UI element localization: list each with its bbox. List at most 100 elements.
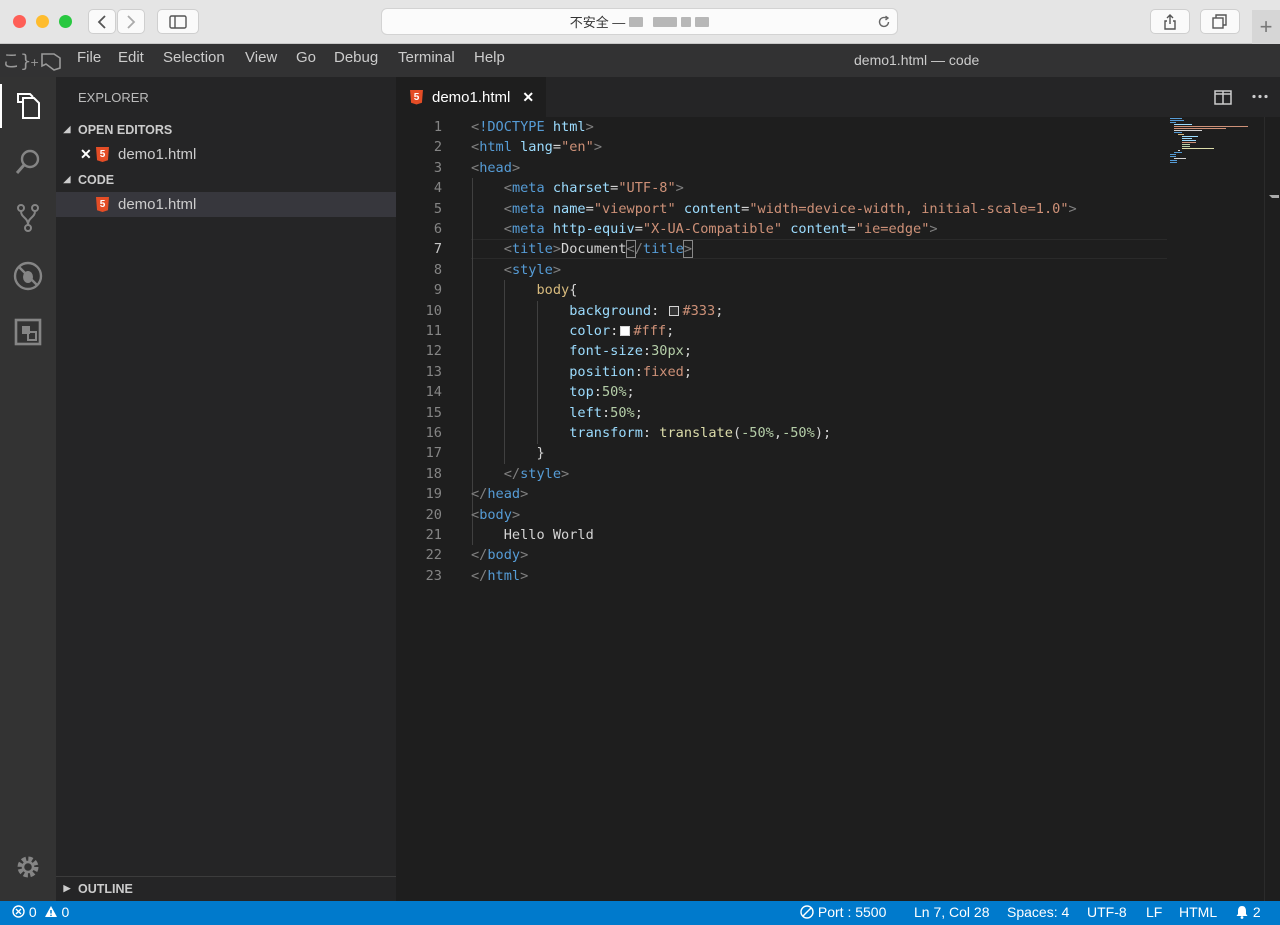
more-actions-icon[interactable]	[1252, 94, 1268, 99]
menu-go[interactable]: Go	[296, 49, 316, 66]
code-line: <!DOCTYPE html>	[471, 119, 594, 135]
code-line: transform: translate(-50%,-50%);	[569, 425, 832, 441]
menu-help[interactable]: Help	[474, 49, 505, 66]
minimap[interactable]	[1168, 117, 1264, 177]
sidebar-icon	[169, 14, 187, 29]
line-number: 2	[433, 139, 442, 156]
menu-terminal[interactable]: Terminal	[398, 49, 455, 66]
split-editor-icon[interactable]	[1214, 90, 1232, 105]
warning-count: 0	[61, 904, 70, 920]
file-name: demo1.html	[118, 146, 197, 163]
line-number: 6	[433, 221, 442, 237]
code-line: Hello World	[503, 527, 594, 543]
zoom-window-button[interactable]	[59, 15, 72, 28]
line-number: 19	[425, 486, 442, 503]
folder-section[interactable]: ◢ CODE	[56, 168, 396, 191]
menu-bar: こ} + File Edit Selection View Go Debug T…	[0, 44, 1280, 77]
code-line: top:50%;	[569, 384, 635, 401]
source-control-button[interactable]	[10, 200, 46, 236]
indentation[interactable]: Spaces: 4	[1007, 904, 1069, 920]
redacted-url	[695, 16, 710, 27]
redacted-url	[681, 16, 692, 27]
menu-selection[interactable]: Selection	[163, 49, 225, 66]
vertical-scrollbar[interactable]	[1264, 117, 1280, 901]
line-number: 11	[425, 323, 442, 339]
new-tab-button[interactable]: +	[1252, 10, 1280, 44]
minimize-window-button[interactable]	[36, 15, 49, 28]
sidebar-title: EXPLORER	[78, 90, 149, 105]
problems-indicator[interactable]: 0 0	[12, 904, 69, 920]
back-button[interactable]	[88, 9, 116, 34]
explorer-button[interactable]	[10, 88, 46, 124]
line-number: 10	[425, 302, 442, 319]
active-indicator	[0, 84, 2, 128]
tab-demo1-html[interactable]: 5 demo1.html ✕	[396, 77, 546, 117]
line-number: 15	[425, 404, 442, 421]
line-number: 5	[433, 200, 442, 217]
code-line: background: #333;	[569, 302, 724, 319]
encoding[interactable]: UTF-8	[1087, 904, 1127, 920]
menu-edit[interactable]: Edit	[118, 49, 144, 66]
no-entry-icon	[800, 905, 814, 919]
language-mode[interactable]: HTML	[1179, 904, 1217, 920]
sidebar-toggle-button[interactable]	[157, 9, 199, 34]
live-server-port[interactable]: Port : 5500	[800, 904, 886, 920]
forward-button[interactable]	[117, 9, 145, 34]
manage-button[interactable]	[10, 849, 46, 885]
line-number: 23	[425, 567, 442, 584]
redacted-url	[653, 16, 678, 27]
code-line: <title>Document</title>	[503, 240, 694, 259]
menu-debug[interactable]: Debug	[334, 49, 378, 66]
code-line: }	[471, 445, 545, 462]
port-label: Port : 5500	[817, 904, 887, 920]
line-number: 1	[433, 119, 442, 135]
close-icon[interactable]: ✕	[80, 146, 96, 163]
editor-tabs: 5 demo1.html ✕	[396, 77, 1280, 117]
code-line: <meta name="viewport" content="width=dev…	[503, 200, 1077, 217]
open-editor-item[interactable]: ✕ 5 demo1.html	[56, 142, 396, 167]
end-of-line[interactable]: LF	[1146, 904, 1162, 920]
extensions-button[interactable]	[10, 314, 46, 350]
search-button[interactable]	[10, 144, 46, 180]
search-icon	[15, 149, 40, 174]
svg-text:+: +	[30, 56, 39, 69]
chevron-left-icon	[97, 14, 106, 29]
line-number: 7	[433, 241, 442, 258]
reload-icon[interactable]	[877, 15, 891, 29]
tabs-overview-button[interactable]	[1200, 9, 1240, 34]
line-number: 14	[425, 384, 442, 401]
outline-section[interactable]: ▶ OUTLINE	[56, 876, 396, 900]
line-number: 22	[425, 547, 442, 564]
debug-button[interactable]	[10, 258, 46, 294]
activity-bar	[0, 77, 56, 901]
section-label: OUTLINE	[78, 881, 133, 896]
code-logo-icon: こ} +	[2, 51, 61, 72]
code-line: <meta http-equiv="X-UA-Compatible" conte…	[503, 221, 938, 237]
open-editors-section[interactable]: ◢ OPEN EDITORS	[56, 118, 396, 141]
code-line: font-size:30px;	[569, 343, 693, 360]
code-editor[interactable]: 1 2 3 4 5 6 7 8 9 10 11 12 13 14 15 16 17 18 19 20 21 22 23 <!…	[396, 117, 1280, 901]
menu-view[interactable]: View	[245, 49, 277, 66]
menu-file[interactable]: File	[77, 49, 101, 66]
url-text: 不安全 —	[569, 15, 626, 30]
line-number: 17	[425, 445, 442, 462]
section-label: CODE	[78, 172, 115, 187]
tabs-icon	[1212, 13, 1227, 29]
code-line: body{	[536, 282, 578, 299]
address-bar[interactable]: 不安全 —	[381, 8, 898, 35]
source-control-icon	[17, 204, 39, 232]
collapsed-arrow-icon: ▶	[63, 883, 71, 893]
share-icon	[1164, 13, 1176, 30]
notifications[interactable]: 2	[1235, 904, 1261, 920]
cursor-position[interactable]: Ln 7, Col 28	[914, 904, 990, 920]
close-window-button[interactable]	[13, 15, 26, 28]
share-button[interactable]	[1150, 9, 1190, 34]
warning-icon	[44, 906, 57, 917]
file-tree-item[interactable]: 5 demo1.html	[56, 192, 396, 217]
close-tab-icon[interactable]: ✕	[522, 89, 534, 106]
code-line: <meta charset="UTF-8">	[503, 180, 684, 197]
file-name: demo1.html	[118, 196, 197, 213]
browser-toolbar: 不安全 — +	[0, 0, 1280, 44]
code-line: <head>	[471, 159, 521, 176]
html-file-icon: 5	[410, 89, 423, 105]
